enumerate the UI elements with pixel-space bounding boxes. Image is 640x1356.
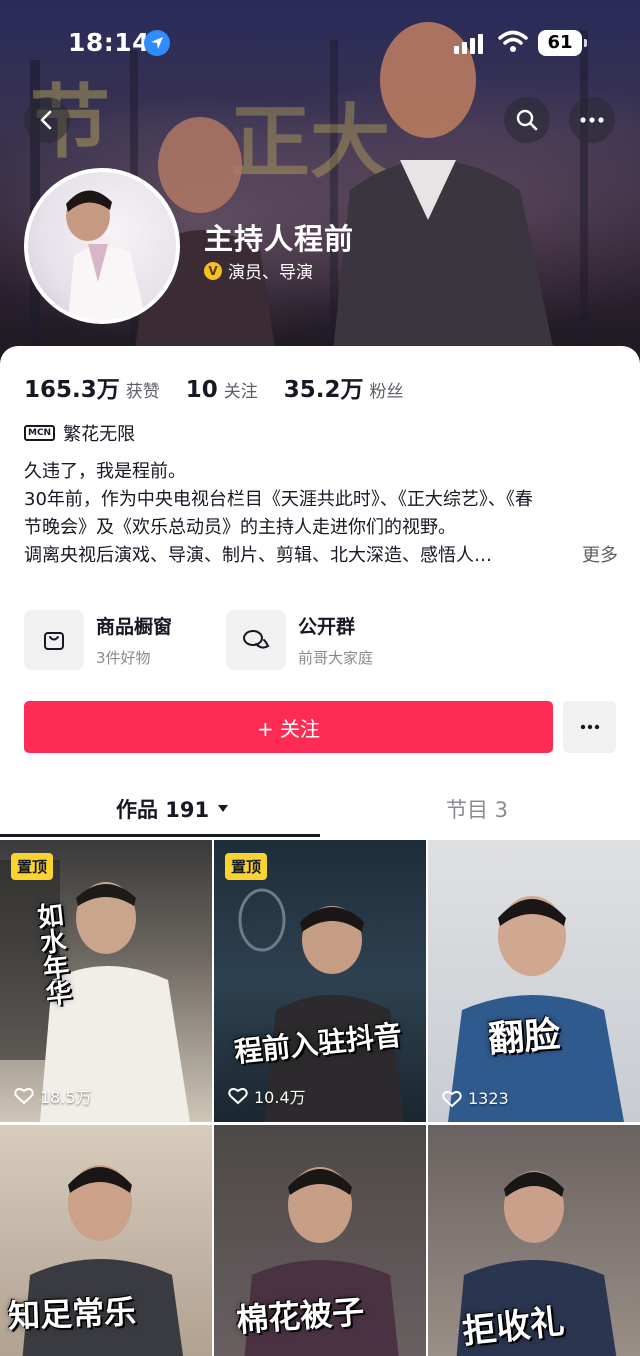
search-icon bbox=[516, 109, 538, 131]
public-group-entry[interactable]: 公开群 前哥大家庭 bbox=[226, 610, 373, 670]
search-button[interactable] bbox=[504, 97, 550, 143]
thumbnail-caption: 翻脸 bbox=[486, 1013, 562, 1061]
like-count: 1323 bbox=[442, 1089, 509, 1108]
signal-icon bbox=[454, 34, 483, 54]
tab-shows[interactable]: 节目 3 bbox=[446, 794, 508, 824]
bio: 久违了，我是程前。 30年前，作为中央电视台栏目《天涯共此时》、《正大综艺》、《… bbox=[24, 458, 618, 570]
tab-works[interactable]: 作品 191 bbox=[116, 794, 229, 824]
mcn-row[interactable]: MCN 繁花无限 bbox=[24, 420, 135, 446]
like-count-value: 18.5万 bbox=[40, 1088, 92, 1107]
shop-window-title: 商品橱窗 bbox=[96, 616, 173, 638]
stat-followers-value: 35.2万 bbox=[283, 377, 364, 403]
shop-window-subtitle: 3件好物 bbox=[96, 649, 151, 667]
bio-last-line: 调离央视后演戏、导演、制片、剪辑、北大深造、感悟人… 更多 bbox=[24, 542, 618, 570]
chevron-left-icon bbox=[40, 110, 52, 130]
stat-following-value: 10 bbox=[185, 377, 218, 403]
pinned-badge: 置顶 bbox=[11, 853, 54, 880]
follow-more-button[interactable] bbox=[563, 701, 616, 753]
shop-window-entry[interactable]: 商品橱窗 3件好物 bbox=[24, 610, 172, 670]
bio-line: 节晚会》及《欢乐总动员》的主持人走进你们的视野。 bbox=[24, 517, 456, 538]
heart-icon bbox=[14, 1087, 34, 1105]
content-tabs: 作品 191 节目 3 bbox=[0, 786, 640, 838]
video-thumbnail[interactable]: 拒收礼 bbox=[428, 1125, 640, 1356]
heart-icon bbox=[442, 1090, 462, 1107]
stats-row: 165.3万 获赞 10 关注 35.2万 粉丝 bbox=[24, 370, 430, 404]
thumbnail-caption: 知足常乐 bbox=[7, 1292, 137, 1336]
stat-likes-label: 获赞 bbox=[125, 382, 160, 402]
status-time: 18:14 bbox=[68, 28, 151, 57]
public-group-subtitle: 前哥大家庭 bbox=[298, 649, 374, 667]
thumbnail-art bbox=[448, 896, 624, 1122]
more-options-button[interactable] bbox=[569, 97, 615, 143]
bio-line: 久违了，我是程前。 bbox=[24, 461, 186, 482]
mcn-name: 繁花无限 bbox=[63, 424, 136, 445]
svg-text:正大: 正大 bbox=[230, 96, 390, 189]
heart-icon bbox=[228, 1087, 248, 1105]
video-thumbnail[interactable]: 置顶 程前入驻抖音 10.4万 bbox=[214, 840, 426, 1122]
more-dots-icon bbox=[580, 117, 604, 123]
video-thumbnail[interactable]: 翻脸 1323 bbox=[428, 840, 640, 1122]
thumbnail-art bbox=[238, 888, 404, 1122]
stat-following[interactable]: 10 关注 bbox=[186, 377, 258, 403]
like-count: 18.5万 bbox=[14, 1084, 92, 1108]
chat-group-icon bbox=[226, 610, 286, 670]
stat-following-label: 关注 bbox=[223, 382, 258, 402]
verified-badge-icon: V bbox=[204, 261, 222, 280]
video-grid: 置顶 如水年华 18.5万 置顶 程前入驻抖音 10.4万 翻脸 1323 知足… bbox=[0, 840, 640, 1356]
thumbnail-art bbox=[0, 860, 190, 1122]
stat-followers[interactable]: 35.2万 粉丝 bbox=[284, 370, 404, 404]
profile-card: 165.3万 获赞 10 关注 35.2万 粉丝 MCN 繁花无限 久违了，我是… bbox=[0, 346, 640, 1356]
video-thumbnail[interactable]: 棉花被子 bbox=[214, 1125, 426, 1356]
stat-likes-value: 165.3万 bbox=[24, 377, 120, 403]
location-icon bbox=[144, 30, 170, 56]
video-thumbnail[interactable]: 知足常乐 bbox=[0, 1125, 212, 1356]
profile-name: 主持人程前 bbox=[204, 222, 355, 256]
wifi-icon bbox=[498, 30, 528, 52]
tab-active-indicator bbox=[0, 834, 320, 837]
shopping-bag-icon bbox=[24, 610, 84, 670]
avatar-portrait bbox=[66, 190, 146, 320]
bio-line: 30年前，作为中央电视台栏目《天涯共此时》、《正大综艺》、《春 bbox=[24, 489, 533, 510]
more-dots-icon bbox=[580, 724, 599, 730]
pinned-badge: 置顶 bbox=[225, 853, 268, 880]
status-bar: 18:14 61 bbox=[0, 24, 640, 64]
caret-down-icon bbox=[218, 805, 229, 812]
like-count: 10.4万 bbox=[228, 1084, 306, 1108]
bio-more-link[interactable]: 更多 bbox=[582, 542, 618, 570]
thumbnail-caption: 棉花被子 bbox=[234, 1292, 366, 1340]
battery-indicator: 61 bbox=[538, 30, 587, 56]
like-count-value: 1323 bbox=[468, 1089, 509, 1108]
follow-button[interactable]: + 关注 bbox=[24, 701, 553, 753]
cover-image: 节 正大 18:14 61 主持人程前 V 演员、导演 bbox=[0, 0, 640, 380]
stat-followers-label: 粉丝 bbox=[369, 382, 404, 402]
like-count-value: 10.4万 bbox=[254, 1088, 306, 1107]
avatar[interactable] bbox=[24, 168, 180, 324]
stat-likes: 165.3万 获赞 bbox=[24, 370, 160, 404]
profile-page: 节 正大 18:14 61 主持人程前 V 演员、导演 165.3万 获赞 10… bbox=[0, 0, 640, 1356]
bio-line: 调离央视后演戏、导演、制片、剪辑、北大深造、感悟人… bbox=[24, 545, 492, 566]
mcn-icon: MCN bbox=[24, 425, 56, 441]
back-button[interactable] bbox=[24, 97, 70, 143]
verification-row: V 演员、导演 bbox=[204, 258, 313, 283]
tab-works-label: 作品 191 bbox=[116, 798, 210, 822]
verification-label: 演员、导演 bbox=[228, 263, 313, 283]
public-group-title: 公开群 bbox=[298, 616, 356, 638]
video-thumbnail[interactable]: 置顶 如水年华 18.5万 bbox=[0, 840, 212, 1122]
